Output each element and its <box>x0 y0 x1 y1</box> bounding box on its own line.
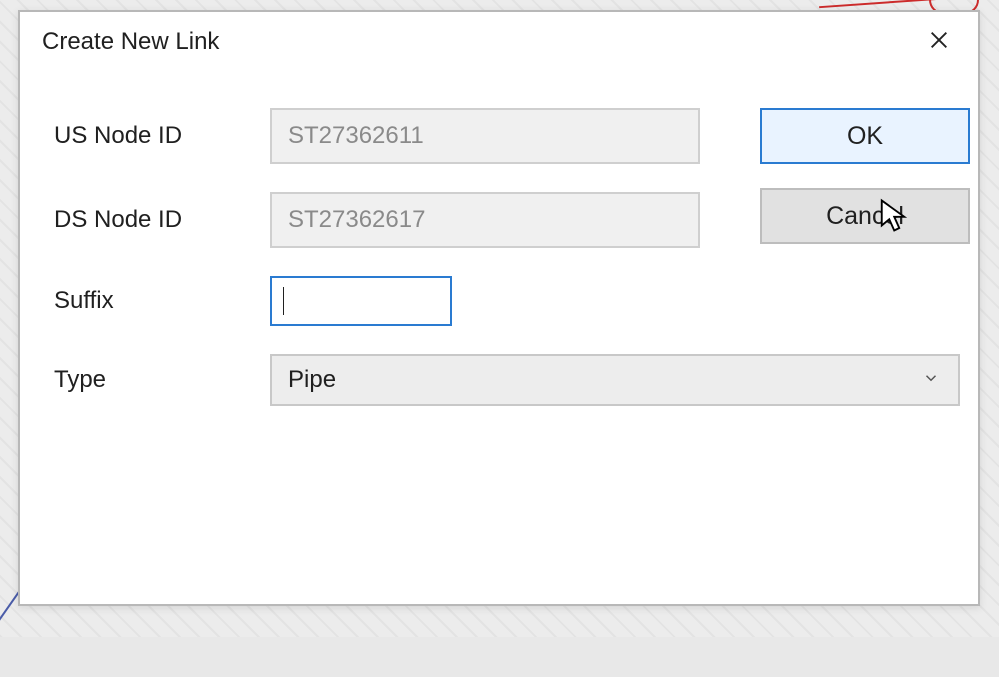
ds-node-id-label: DS Node ID <box>50 206 260 234</box>
suffix-label: Suffix <box>50 287 260 315</box>
close-icon <box>928 29 950 56</box>
us-node-id-value: ST27362611 <box>288 122 424 150</box>
dialog-content: US Node ID ST27362611 OK Cancel DS Node … <box>20 68 978 426</box>
type-label: Type <box>50 366 260 394</box>
cancel-button-label: Cancel <box>826 202 904 231</box>
type-selected-value: Pipe <box>288 366 336 394</box>
titlebar: Create New Link <box>20 12 978 68</box>
chevron-down-icon <box>922 369 940 392</box>
cancel-button[interactable]: Cancel <box>760 188 970 244</box>
ds-node-id-value: ST27362617 <box>288 206 425 234</box>
ok-button-label: OK <box>847 122 883 151</box>
ok-button[interactable]: OK <box>760 108 970 164</box>
form-grid: US Node ID ST27362611 OK Cancel DS Node … <box>50 108 948 406</box>
dialog-side-buttons: OK Cancel <box>710 108 970 244</box>
us-node-id-label: US Node ID <box>50 122 260 150</box>
close-button[interactable] <box>922 25 956 59</box>
ds-node-id-field[interactable]: ST27362617 <box>270 192 700 248</box>
us-node-id-field[interactable]: ST27362611 <box>270 108 700 164</box>
create-new-link-dialog: Create New Link US Node ID ST27362611 OK <box>18 10 980 606</box>
text-caret <box>283 287 284 315</box>
type-select[interactable]: Pipe <box>270 354 960 406</box>
dialog-title: Create New Link <box>42 28 219 56</box>
suffix-input[interactable] <box>270 276 452 326</box>
